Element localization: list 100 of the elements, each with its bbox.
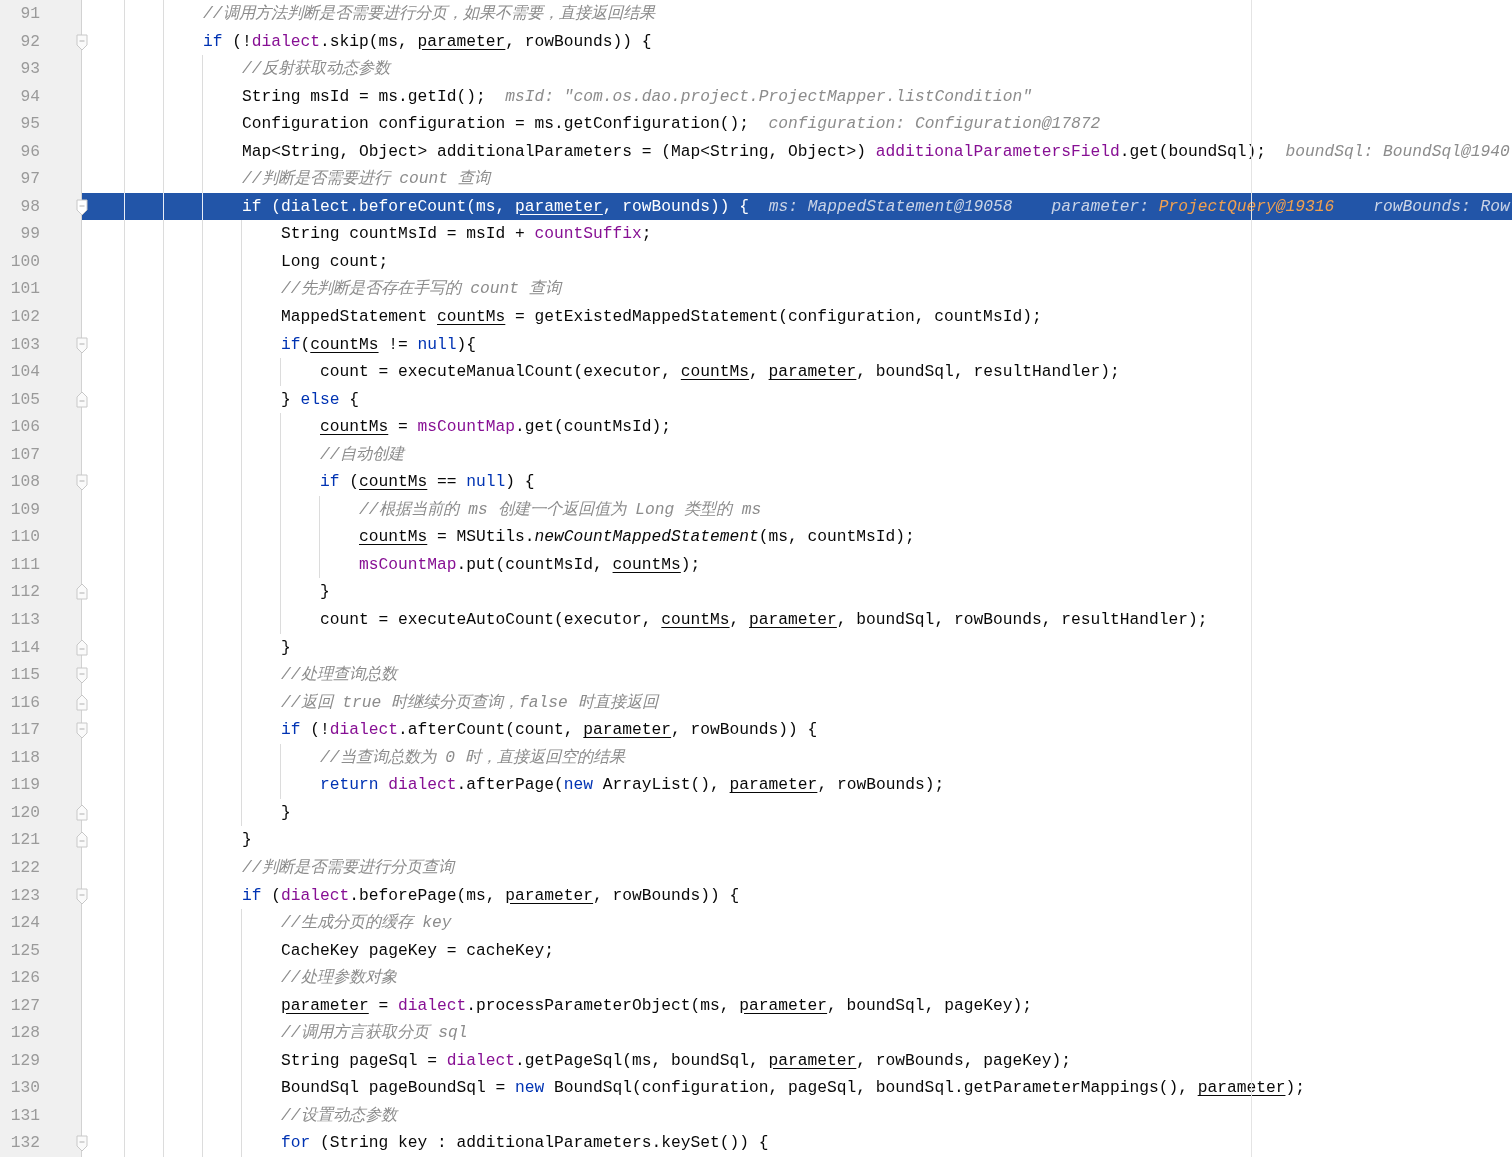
code-line: if (dialect.beforePage(ms, parameter, rowBounds)) {	[242, 884, 740, 907]
code-line: //反射获取动态参数	[242, 58, 390, 81]
code-line: //生成分页的缓存 key	[281, 912, 452, 935]
code-line: CacheKey pageKey = cacheKey;	[281, 939, 555, 962]
code-line: Long count;	[281, 250, 389, 273]
fold-marker-icon[interactable]	[76, 886, 88, 905]
code-line: }	[281, 801, 291, 824]
fold-marker-icon[interactable]	[76, 638, 88, 657]
fold-marker-icon[interactable]	[76, 390, 88, 409]
code-line: if(countMs != null){	[281, 333, 477, 356]
code-line: //处理参数对象	[281, 967, 397, 990]
line-number: 91	[19, 3, 40, 25]
line-number: 122	[9, 856, 40, 879]
fold-marker-icon[interactable]	[76, 473, 88, 492]
line-number: 130	[9, 1077, 40, 1100]
line-number: 96	[19, 140, 40, 163]
code-line: countMs = MSUtils.newCountMappedStatement(ms, countMsId);	[359, 526, 915, 549]
code-line: //自动创建	[320, 443, 404, 466]
line-number: 94	[19, 85, 40, 108]
code-line: //判断是否需要进行分页查询	[242, 856, 454, 879]
code-line: count = executeAutoCount(executor, countMs, parameter, boundSql, rowBounds, resultHandler);	[320, 609, 1208, 632]
debug-value-hint: configuration: Configuration@17872	[768, 113, 1101, 136]
code-line: }	[242, 829, 252, 852]
code-line: //调用方法判断是否需要进行分页，如果不需要，直接返回结果	[203, 3, 655, 25]
fold-marker-icon[interactable]	[76, 721, 88, 740]
code-line: BoundSql pageBoundSql = new BoundSql(configuration, pageSql, boundSql.getParameterMappings(), parameter);	[281, 1077, 1305, 1100]
debug-value-hint: rowBounds: Row	[1373, 195, 1510, 218]
line-number: 112	[9, 581, 40, 604]
debug-value-hint: msId: "com.os.dao.project.ProjectMapper.listCondition"	[505, 85, 1032, 108]
line-number: 131	[9, 1104, 40, 1127]
code-line: //设置动态参数	[281, 1104, 397, 1127]
code-line: MappedStatement countMs = getExistedMappedStatement(configuration, countMsId);	[281, 306, 1042, 328]
line-number: 98	[19, 195, 40, 218]
code-line: if (!dialect.skip(ms, parameter, rowBounds)) {	[203, 30, 652, 53]
code-line: msCountMap.put(countMsId, countMs);	[359, 553, 701, 576]
code-line: //处理查询总数	[281, 664, 397, 687]
fold-marker-icon[interactable]	[76, 803, 88, 822]
line-number: 129	[9, 1049, 40, 1072]
line-number: 120	[9, 801, 40, 824]
line-number: 103	[9, 333, 40, 356]
line-number: 123	[9, 884, 40, 907]
line-number: 93	[19, 58, 40, 81]
line-number: 132	[9, 1132, 40, 1155]
line-number: 97	[19, 168, 40, 191]
code-line: String countMsId = msId + countSuffix;	[281, 223, 652, 246]
line-number: 115	[9, 664, 40, 687]
code-line: parameter = dialect.processParameterObject(ms, parameter, boundSql, pageKey);	[281, 994, 1032, 1017]
code-line: } else {	[281, 388, 360, 411]
line-number: 108	[9, 471, 40, 494]
fold-marker-icon[interactable]	[76, 335, 88, 354]
code-line: //返回 true 时继续分页查询，false 时直接返回	[281, 691, 658, 714]
debug-value-hint: ms: MappedStatement@19058	[768, 195, 1013, 218]
line-number: 121	[9, 829, 40, 852]
line-number: 105	[9, 388, 40, 411]
line-number: 117	[9, 719, 40, 742]
code-line: for (String key : additionalParameters.keySet()) {	[281, 1132, 769, 1155]
line-number: 92	[19, 30, 40, 53]
line-number: 125	[9, 939, 40, 962]
code-line: return dialect.afterPage(new ArrayList(), parameter, rowBounds);	[320, 774, 945, 797]
code-line: //根据当前的 ms 创建一个返回值为 Long 类型的 ms	[359, 498, 762, 521]
line-number: 113	[9, 609, 40, 632]
code-line: String msId = ms.getId();	[242, 85, 486, 108]
code-line: //当查询总数为 0 时，直接返回空的结果	[320, 746, 625, 769]
code-line: }	[281, 636, 291, 659]
line-number: 114	[9, 636, 40, 659]
line-number: 128	[9, 1022, 40, 1045]
line-number: 95	[19, 113, 40, 136]
fold-marker-icon[interactable]	[76, 831, 88, 850]
line-number: 110	[9, 526, 40, 549]
debug-value-hint: boundSql: BoundSql@1940	[1285, 140, 1510, 163]
code-line: if (!dialect.afterCount(count, parameter, rowBounds)) {	[281, 719, 818, 742]
fold-marker-icon[interactable]	[76, 32, 88, 51]
line-number: 127	[9, 994, 40, 1017]
fold-marker-icon[interactable]	[76, 197, 88, 216]
line-number: 111	[9, 553, 40, 576]
code-line: if (countMs == null) {	[320, 471, 535, 494]
line-number: 119	[9, 774, 40, 797]
fold-marker-icon[interactable]	[76, 693, 88, 712]
code-line: }	[320, 581, 330, 604]
line-number: 99	[19, 223, 40, 246]
line-number: 118	[9, 746, 40, 769]
fold-marker-icon[interactable]	[76, 1134, 88, 1153]
line-number: 101	[9, 278, 40, 301]
line-number: 126	[9, 967, 40, 990]
line-number: 104	[9, 361, 40, 384]
indent-guide	[280, 358, 281, 386]
fold-marker-icon[interactable]	[76, 666, 88, 685]
code-line: String pageSql = dialect.getPageSql(ms, boundSql, parameter, rowBounds, pageKey);	[281, 1049, 1071, 1072]
line-number: 106	[9, 416, 40, 439]
line-number: 124	[9, 912, 40, 935]
fold-marker-icon[interactable]	[76, 583, 88, 602]
code-line: Map<String, Object> additionalParameters = (Map<String, Object>) additionalParametersField.get(boundSql);	[242, 140, 1266, 163]
line-number: 102	[9, 306, 40, 328]
line-number: 109	[9, 498, 40, 521]
code-line: //调用方言获取分页 sql	[281, 1022, 468, 1045]
code-line: if (dialect.beforeCount(ms, parameter, rowBounds)) {	[242, 195, 750, 218]
code-line: countMs = msCountMap.get(countMsId);	[320, 416, 672, 439]
code-line: //先判断是否存在手写的 count 查询	[281, 278, 561, 301]
code-line: count = executeManualCount(executor, countMs, parameter, boundSql, resultHandler);	[320, 361, 1120, 384]
code-line: Configuration configuration = ms.getConfiguration();	[242, 113, 750, 136]
